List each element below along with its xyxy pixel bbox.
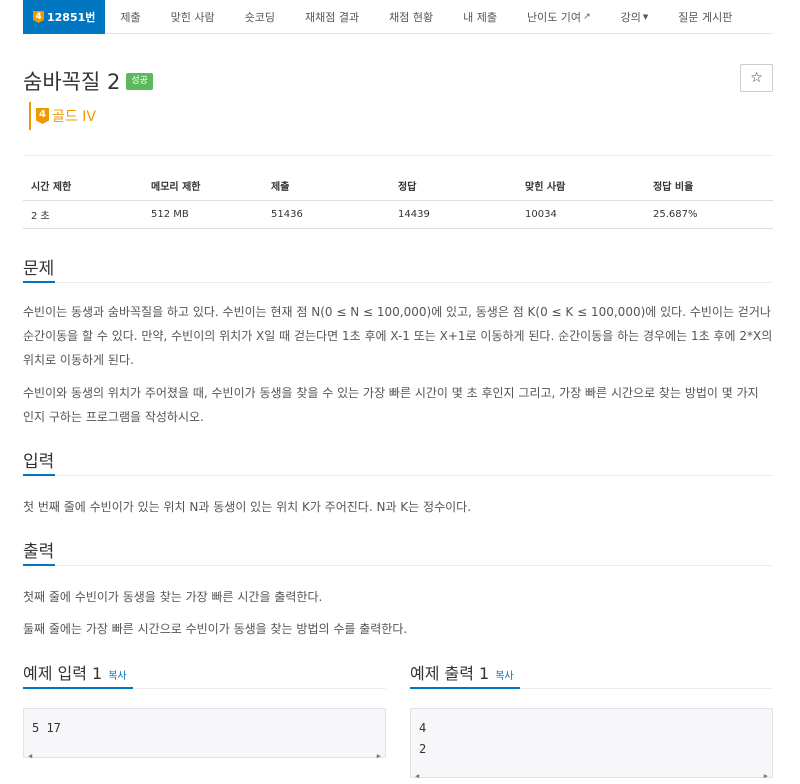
sample-input-title-text: 예제 입력 1 [23,664,103,683]
sample-input-title: 예제 입력 1 복사 [23,660,127,684]
copy-sample-output-button[interactable]: 복사 [495,667,513,682]
horizontal-scrollbar[interactable]: ◀ ▶ [411,763,772,780]
horizontal-scrollbar[interactable]: ◀ ▶ [24,743,385,760]
divider [23,475,773,476]
value-solved-users: 10034 [517,200,645,229]
sample-output-line-2: 2 [419,742,427,756]
divider [23,155,773,156]
favorite-star-button[interactable]: ☆ [740,64,773,92]
header-solved-users: 맞힌 사람 [517,172,645,201]
nav-my-submissions[interactable]: 내 제출 [448,0,512,33]
value-accepted: 14439 [390,200,517,229]
nav-rejudge-label: 재채점 결과 [305,10,360,24]
sample-output-title: 예제 출력 1 복사 [410,660,514,684]
nav-short-coding[interactable]: 숏코딩 [230,0,290,33]
copy-sample-input-button[interactable]: 복사 [108,667,126,682]
output-description-2: 둘째 줄에는 가장 빠른 시간으로 수빈이가 동생을 찾는 방법의 수를 출력한… [23,622,408,636]
section-underline [23,474,55,476]
nav-qna-board-label: 질문 게시판 [678,10,733,24]
nav-submit-label: 제출 [120,10,141,24]
sample-output-title-text: 예제 출력 1 [410,664,490,683]
nav-status[interactable]: 채점 현황 [374,0,448,33]
problem-title-text: 숨바꼭질 2 [23,70,121,94]
nav-qna-board[interactable]: 질문 게시판 [663,0,747,33]
input-description: 첫 번째 줄에 수빈이가 있는 위치 N과 동생이 있는 위치 K가 주어진다.… [23,500,472,514]
scroll-right-icon[interactable]: ▶ [764,766,768,784]
section-underline [23,687,133,689]
divider [23,282,773,283]
nav-problem-number-label: 12851번 [47,11,96,24]
nav-lectures-label: 강의 [620,10,641,24]
sample-output-box[interactable]: 4 2 ◀ ▶ [410,708,773,780]
header-memory-limit: 메모리 제한 [143,172,263,201]
sample-output-line-1: 4 [419,721,427,735]
tier-badge-icon: 4 [36,108,49,124]
scroll-left-icon[interactable]: ◀ [28,746,32,767]
section-underline [410,687,520,689]
nav-solved-users-label: 맞힌 사람 [170,10,215,24]
section-title-problem: 문제 [23,259,55,279]
section-title-input: 입력 [23,452,55,472]
divider [23,565,773,566]
nav-submit[interactable]: 제출 [105,0,155,33]
problem-info-table: 시간 제한 메모리 제한 제출 정답 맞힌 사람 정답 비율 2 초 512 M… [23,172,773,229]
tier-name: 골드 IV [52,109,96,125]
status-badge: 성공 [126,72,153,90]
header-accepted: 정답 [390,172,517,201]
value-memory-limit: 512 MB [143,200,263,229]
nav-difficulty[interactable]: 난이도 기여 ↗ [512,0,606,33]
tier-badge-icon: 4 [33,11,44,23]
sample-input-box[interactable]: 5 17 ◀ ▶ [23,708,386,760]
header-accept-rate: 정답 비율 [645,172,773,201]
nav-my-submissions-label: 내 제출 [463,10,497,24]
header-time-limit: 시간 제한 [23,172,143,201]
section-title-output: 출력 [23,542,55,562]
nav-short-coding-label: 숏코딩 [244,10,275,24]
value-submissions: 51436 [263,200,390,229]
problem-nav: 4 12851번 제출 맞힌 사람 숏코딩 재채점 결과 채점 현황 내 제출 … [23,0,773,34]
section-underline [23,564,55,566]
problem-description-2: 수빈이와 동생의 위치가 주어졌을 때, 수빈이가 동생을 찾을 수 있는 가장… [23,386,759,424]
scroll-left-icon[interactable]: ◀ [415,766,419,784]
nav-lectures[interactable]: 강의 ▼ [606,0,664,33]
problem-description-1: 수빈이는 동생과 숨바꼭질을 하고 있다. 수빈이는 현재 점 N(0 ≤ N … [23,305,773,367]
problem-title: 숨바꼭질 2 성공 [23,66,153,96]
external-link-icon: ↗ [583,11,591,22]
nav-difficulty-label: 난이도 기여 [526,10,582,24]
value-accept-rate: 25.687% [645,200,773,229]
caret-down-icon: ▼ [642,12,649,21]
nav-status-label: 채점 현황 [389,10,434,24]
header-submissions: 제출 [263,172,390,201]
nav-problem-number[interactable]: 4 12851번 [23,0,106,34]
scroll-right-icon[interactable]: ▶ [377,746,381,767]
nav-rejudge[interactable]: 재채점 결과 [290,0,374,33]
sample-input-text: 5 17 [32,721,61,735]
problem-tier: 4 골드 IV [29,102,96,130]
nav-solved-users[interactable]: 맞힌 사람 [156,0,230,33]
output-description-1: 첫째 줄에 수빈이가 동생을 찾는 가장 빠른 시간을 출력한다. [23,590,323,604]
info-value-row: 2 초 512 MB 51436 14439 10034 25.687% [23,200,773,229]
star-icon: ☆ [750,70,763,86]
value-time-limit: 2 초 [23,200,143,229]
info-header-row: 시간 제한 메모리 제한 제출 정답 맞힌 사람 정답 비율 [23,172,773,201]
section-underline [23,281,55,283]
